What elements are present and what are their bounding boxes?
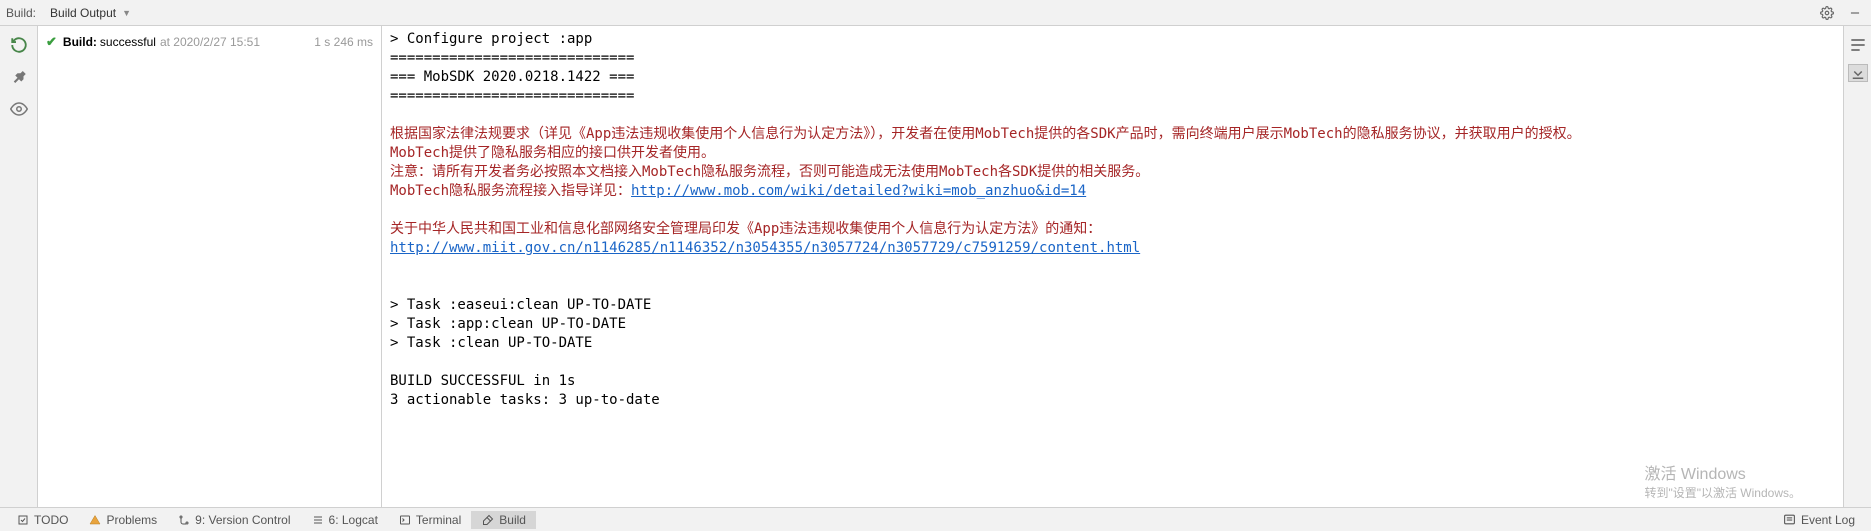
footer-tab-9-version-control[interactable]: 9: Version Control xyxy=(167,511,300,529)
output-link[interactable]: http://www.mob.com/wiki/detailed?wiki=mo… xyxy=(631,183,1086,199)
output-line: 根据国家法律法规要求（详见《App违法违规收集使用个人信息行为认定方法》），开发… xyxy=(390,125,1835,144)
terminal-icon xyxy=(398,513,412,527)
output-line: 3 actionable tasks: 3 up-to-date xyxy=(390,391,1835,410)
footer-tab-label: Problems xyxy=(106,513,157,527)
output-line: MobTech提供了隐私服务相应的接口供开发者使用。 xyxy=(390,144,1835,163)
event-log-button[interactable]: Event Log xyxy=(1773,511,1865,529)
warn-icon xyxy=(88,513,102,527)
footer-tab-label: 6: Logcat xyxy=(329,513,378,527)
footer-tab-label: 9: Version Control xyxy=(195,513,290,527)
check-icon: ✔ xyxy=(46,34,57,50)
event-log-icon xyxy=(1783,513,1797,527)
pin-icon[interactable] xyxy=(10,68,28,86)
output-line: http://www.miit.gov.cn/n1146285/n1146352… xyxy=(390,239,1835,258)
build-tree-label: Build: xyxy=(63,35,97,49)
left-gutter xyxy=(0,26,38,507)
footer-tab-terminal[interactable]: Terminal xyxy=(388,511,471,529)
build-status: successful xyxy=(100,35,156,49)
event-log-label: Event Log xyxy=(1801,513,1855,527)
build-icon xyxy=(481,513,495,527)
output-link[interactable]: http://www.miit.gov.cn/n1146285/n1146352… xyxy=(390,240,1140,256)
output-line xyxy=(390,106,1835,125)
right-gutter xyxy=(1843,26,1871,507)
build-label: Build: xyxy=(6,6,36,20)
settings-icon[interactable] xyxy=(1817,3,1837,23)
build-output-dropdown[interactable]: Build Output ▼ xyxy=(42,4,139,22)
output-line: === MobSDK 2020.0218.1422 === xyxy=(390,68,1835,87)
output-line xyxy=(390,277,1835,296)
footer-tab-problems[interactable]: Problems xyxy=(78,511,167,529)
soft-wrap-icon[interactable] xyxy=(1848,36,1868,54)
build-output-text: > Configure project :app================… xyxy=(382,26,1843,414)
output-line: > Configure project :app xyxy=(390,30,1835,49)
footer-tab-label: TODO xyxy=(34,513,68,527)
main-area: ✔ Build: successful at 2020/2/27 15:51 1… xyxy=(0,26,1871,507)
build-timestamp: at 2020/2/27 15:51 xyxy=(160,35,260,49)
output-line: 注意：请所有开发者务必按照本文档接入MobTech隐私服务流程，否则可能造成无法… xyxy=(390,163,1835,182)
vcs-icon xyxy=(177,513,191,527)
output-line xyxy=(390,201,1835,220)
scroll-to-end-icon[interactable] xyxy=(1848,64,1868,82)
minimize-icon[interactable] xyxy=(1845,3,1865,23)
dropdown-label: Build Output xyxy=(50,6,116,20)
output-line: BUILD SUCCESSFUL in 1s xyxy=(390,372,1835,391)
footer-tab-build[interactable]: Build xyxy=(471,511,536,529)
output-line xyxy=(390,258,1835,277)
build-tree-row[interactable]: ✔ Build: successful at 2020/2/27 15:51 1… xyxy=(42,32,377,52)
todo-icon xyxy=(16,513,30,527)
footer-tab-label: Terminal xyxy=(416,513,461,527)
footer-tab-6-logcat[interactable]: 6: Logcat xyxy=(301,511,388,529)
logcat-icon xyxy=(311,513,325,527)
output-line: ============================= xyxy=(390,87,1835,106)
output-line: ============================= xyxy=(390,49,1835,68)
footer-tab-label: Build xyxy=(499,513,526,527)
output-line: > Task :clean UP-TO-DATE xyxy=(390,334,1835,353)
restart-icon[interactable] xyxy=(10,36,28,54)
build-tree-panel: ✔ Build: successful at 2020/2/27 15:51 1… xyxy=(38,26,382,507)
output-line xyxy=(390,353,1835,372)
build-header: Build: Build Output ▼ xyxy=(0,0,1871,26)
build-duration: 1 s 246 ms xyxy=(314,35,373,49)
output-line: 关于中华人民共和国工业和信息化部网络安全管理局印发《App违法违规收集使用个人信… xyxy=(390,220,1835,239)
status-bar: TODO Problems 9: Version Control 6: Logcat T… xyxy=(0,507,1871,531)
chevron-down-icon: ▼ xyxy=(122,8,131,18)
eye-icon[interactable] xyxy=(10,100,28,118)
output-line: MobTech隐私服务流程接入指导详见：http://www.mob.com/w… xyxy=(390,182,1835,201)
output-line: > Task :easeui:clean UP-TO-DATE xyxy=(390,296,1835,315)
footer-tab-todo[interactable]: TODO xyxy=(6,511,78,529)
build-output-panel[interactable]: > Configure project :app================… xyxy=(382,26,1843,507)
output-line: > Task :app:clean UP-TO-DATE xyxy=(390,315,1835,334)
